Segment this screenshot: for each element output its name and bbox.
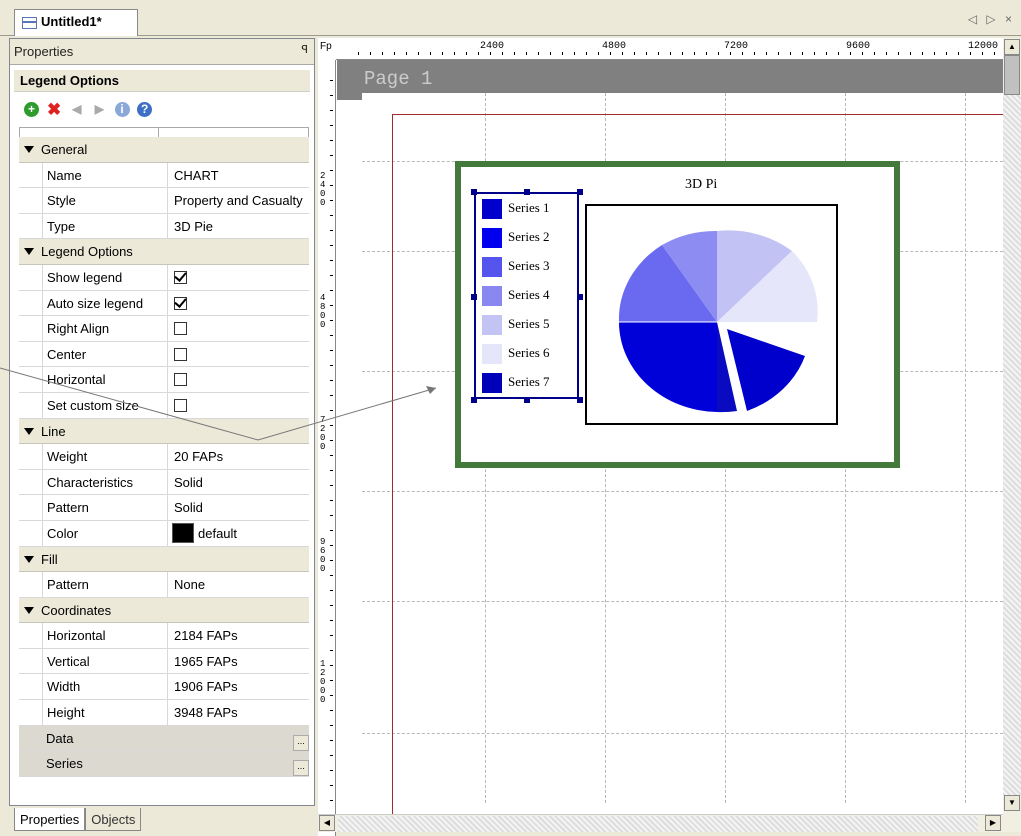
connector-arrow [0,367,437,441]
